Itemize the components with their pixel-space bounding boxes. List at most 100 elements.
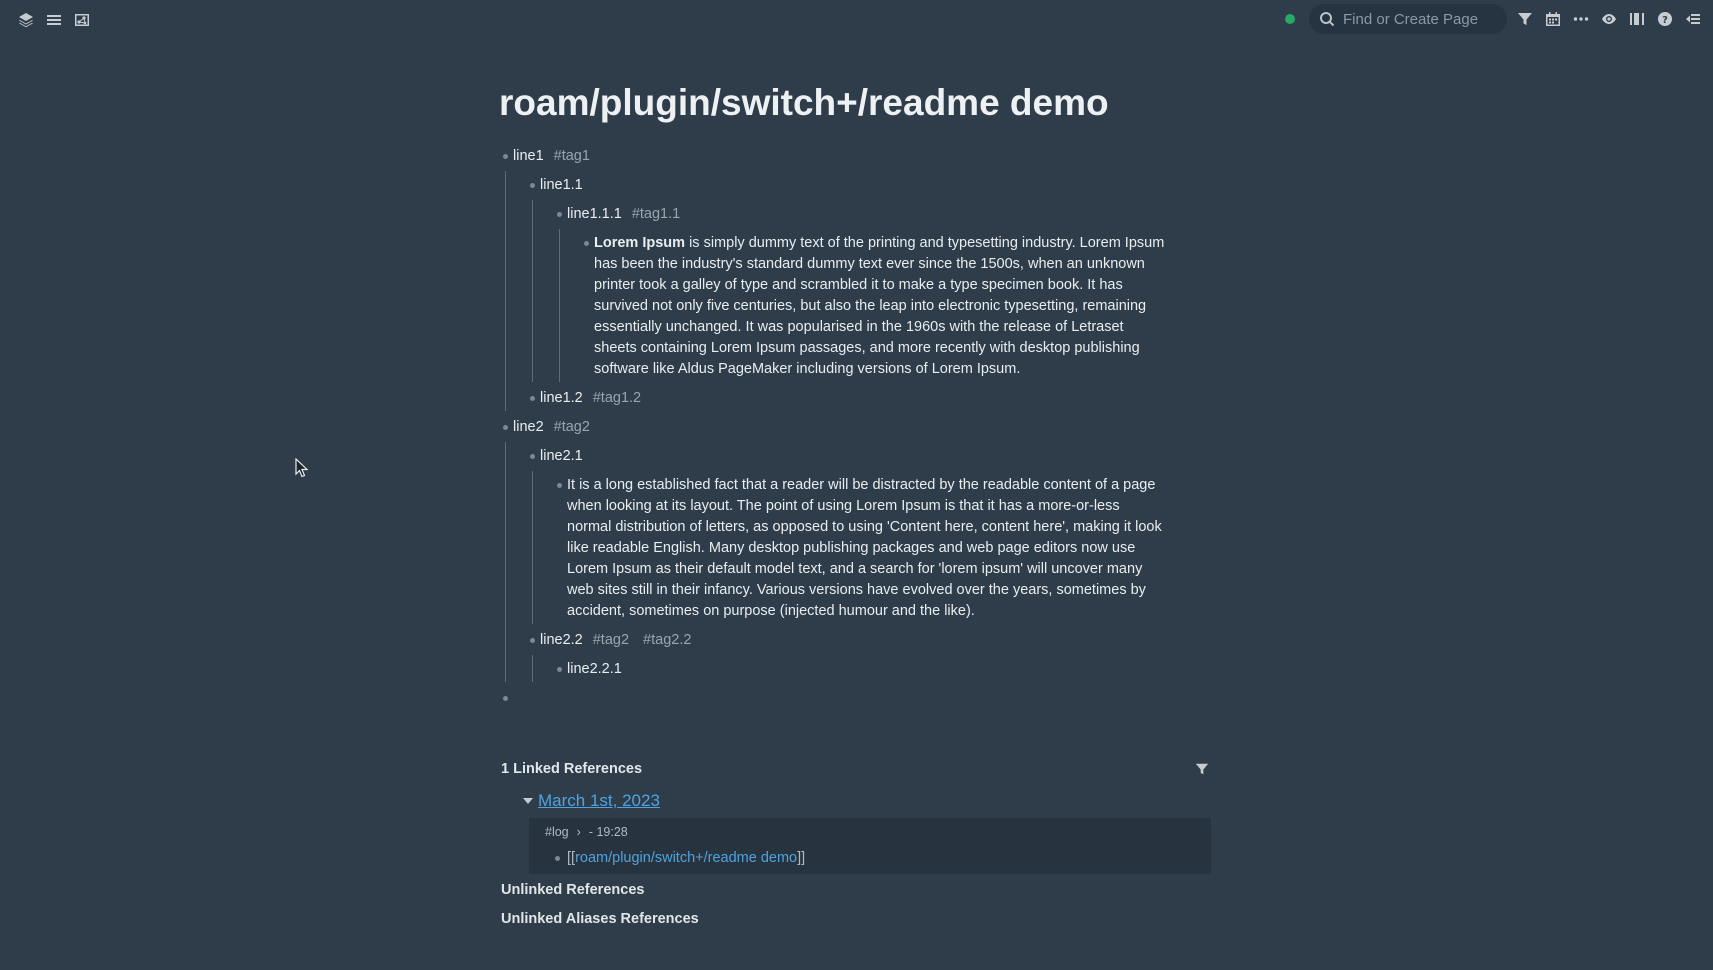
graph-icon[interactable] [72, 10, 92, 30]
block-children: It is a long established fact that a rea… [532, 471, 1211, 626]
bullet[interactable] [580, 229, 592, 258]
reference-page-group: March 1st, 2023 [501, 788, 1211, 814]
block-children: line2.1 It is a long established fact th… [505, 442, 1211, 684]
bullet[interactable] [553, 655, 565, 684]
bullet[interactable] [499, 413, 511, 442]
sidebar-columns-icon[interactable] [1627, 9, 1647, 29]
block-content: line1.1.1 [567, 206, 622, 222]
caret-down-icon[interactable] [523, 798, 533, 804]
block-children: line1.1.1 #tag1.1 Lorem Ipsum is simply d… [532, 200, 1211, 384]
block: line1.1.1 #tag1.1 Lorem Ipsum is simply d… [553, 200, 1211, 384]
block-content: line2.2 [540, 632, 583, 648]
help-icon[interactable]: ? [1655, 9, 1675, 29]
linked-references-title[interactable]: 1 Linked References [501, 761, 642, 777]
block-text[interactable]: line1.2 #tag1.2 [538, 384, 641, 413]
block: It is a long established fact that a rea… [553, 471, 1211, 626]
mouse-cursor-icon [295, 458, 309, 478]
block-row: Lorem Ipsum is simply dummy text of the … [580, 229, 1211, 384]
tag-link[interactable]: #tag2 [554, 419, 590, 435]
unlinked-aliases-references-title[interactable]: Unlinked Aliases References [501, 911, 1211, 932]
search-input[interactable] [1341, 9, 1495, 29]
tag-link[interactable]: #tag1.2 [593, 390, 641, 406]
right-sidebar-icon[interactable] [1683, 9, 1703, 29]
block-text[interactable]: line2.1 [538, 442, 583, 471]
unlinked-references-title[interactable]: Unlinked References [501, 882, 1211, 903]
block: line2 #tag2 line2.1 It is a long establis… [499, 413, 1211, 684]
tag-link[interactable]: #tag1 [554, 148, 590, 164]
empty-block-text[interactable] [511, 684, 513, 692]
bullet[interactable] [526, 442, 538, 471]
block-row: line1.1.1 #tag1.1 [553, 200, 1211, 229]
block-text[interactable]: line2.2 #tag2 #tag2.2 [538, 626, 691, 655]
breadcrumb: #log › - 19:28 [545, 825, 628, 839]
tag-link[interactable]: #tag2.2 [643, 632, 691, 648]
bullet[interactable] [526, 384, 538, 413]
block-row: line2 #tag2 [499, 413, 1211, 442]
block: line2.1 It is a long established fact th… [526, 442, 1211, 626]
block-children: Lorem Ipsum is simply dummy text of the … [559, 229, 1211, 384]
breadcrumb-tag[interactable]: #log [545, 825, 569, 839]
reference-block-text[interactable]: [[roam/plugin/switch+/readme demo]] [563, 848, 805, 869]
bullet[interactable] [553, 200, 565, 229]
blocks: line1 #tag1 line1.1 line1.1.1 #tag1.1 Lo… [499, 142, 1211, 713]
block-text[interactable]: It is a long established fact that a rea… [565, 471, 1167, 626]
block-content: line1.1 [540, 177, 583, 193]
block-row: line2.2 #tag2 #tag2.2 [526, 626, 1211, 655]
more-icon[interactable] [1571, 9, 1591, 29]
topbar-left [16, 10, 92, 30]
menu-icon[interactable] [44, 10, 64, 30]
block: line1.1 line1.1.1 #tag1.1 Lorem Ipsum is… [526, 171, 1211, 384]
bullet[interactable] [499, 684, 511, 713]
linked-references-header: 1 Linked References [501, 760, 1211, 782]
filter-icon[interactable] [1515, 9, 1535, 29]
calendar-icon[interactable] [1543, 9, 1563, 29]
reference-block: [[roam/plugin/switch+/readme demo]] [551, 847, 805, 869]
block-row: It is a long established fact that a rea… [553, 471, 1211, 626]
tag-link[interactable]: #tag2 [593, 632, 629, 648]
reference-context: #log › - 19:28 [[roam/plugin/switch+/rea… [529, 818, 1211, 874]
reference-page-link[interactable]: March 1st, 2023 [538, 791, 660, 811]
block-text[interactable]: line2 #tag2 [511, 413, 590, 442]
block: line2.2 #tag2 #tag2.2 line2.2.1 [526, 626, 1211, 684]
block-text[interactable]: Lorem Ipsum is simply dummy text of the … [592, 229, 1166, 384]
topbar: ? [0, 0, 1713, 40]
block-content: line1.2 [540, 390, 583, 406]
svg-text:?: ? [1662, 15, 1668, 26]
bullet[interactable] [526, 626, 538, 655]
bracket-open: [[ [567, 849, 576, 866]
block-children: line1.1 line1.1.1 #tag1.1 Lorem Ipsum is… [505, 171, 1211, 413]
page: roam/plugin/switch+/readme demo line1 #ta… [499, 80, 1211, 713]
topbar-right: ? [1285, 4, 1703, 34]
eye-icon[interactable] [1599, 9, 1619, 29]
block-children: line2.2.1 [532, 655, 1211, 684]
block-row [499, 684, 1211, 713]
bullet[interactable] [526, 171, 538, 200]
block-content: line1 [513, 148, 544, 164]
block-text[interactable]: line1.1 [538, 171, 583, 200]
sync-status-dot [1285, 14, 1295, 24]
bullet[interactable] [551, 847, 563, 869]
page-reference-link[interactable]: roam/plugin/switch+/readme demo [575, 850, 797, 866]
bullet[interactable] [553, 471, 565, 500]
layers-icon[interactable] [16, 10, 36, 30]
block: line1.2 #tag1.2 [526, 384, 1211, 413]
block: Lorem Ipsum is simply dummy text of the … [580, 229, 1211, 384]
breadcrumb-separator-icon: › [576, 825, 581, 839]
bold-text: Lorem Ipsum [594, 235, 686, 251]
block-text[interactable]: line1.1.1 #tag1.1 [565, 200, 680, 229]
block-row: line2.1 [526, 442, 1211, 471]
bracket-close: ]] [797, 849, 806, 866]
block-content: line2 [513, 419, 544, 435]
block-text[interactable]: line2.2.1 [565, 655, 622, 684]
breadcrumb-time[interactable]: - 19:28 [589, 825, 628, 839]
page-title[interactable]: roam/plugin/switch+/readme demo [499, 80, 1211, 132]
block-text[interactable]: line1 #tag1 [511, 142, 590, 171]
tag-link[interactable]: #tag1.1 [632, 206, 680, 222]
search-bar[interactable] [1309, 4, 1507, 34]
bullet[interactable] [499, 142, 511, 171]
filter-icon[interactable] [1195, 762, 1211, 778]
block-row: line1.1 [526, 171, 1211, 200]
references-section: 1 Linked References March 1st, 2023 #log… [501, 760, 1211, 932]
block-row: line2.2.1 [553, 655, 1211, 684]
block-row: line1 #tag1 [499, 142, 1211, 171]
